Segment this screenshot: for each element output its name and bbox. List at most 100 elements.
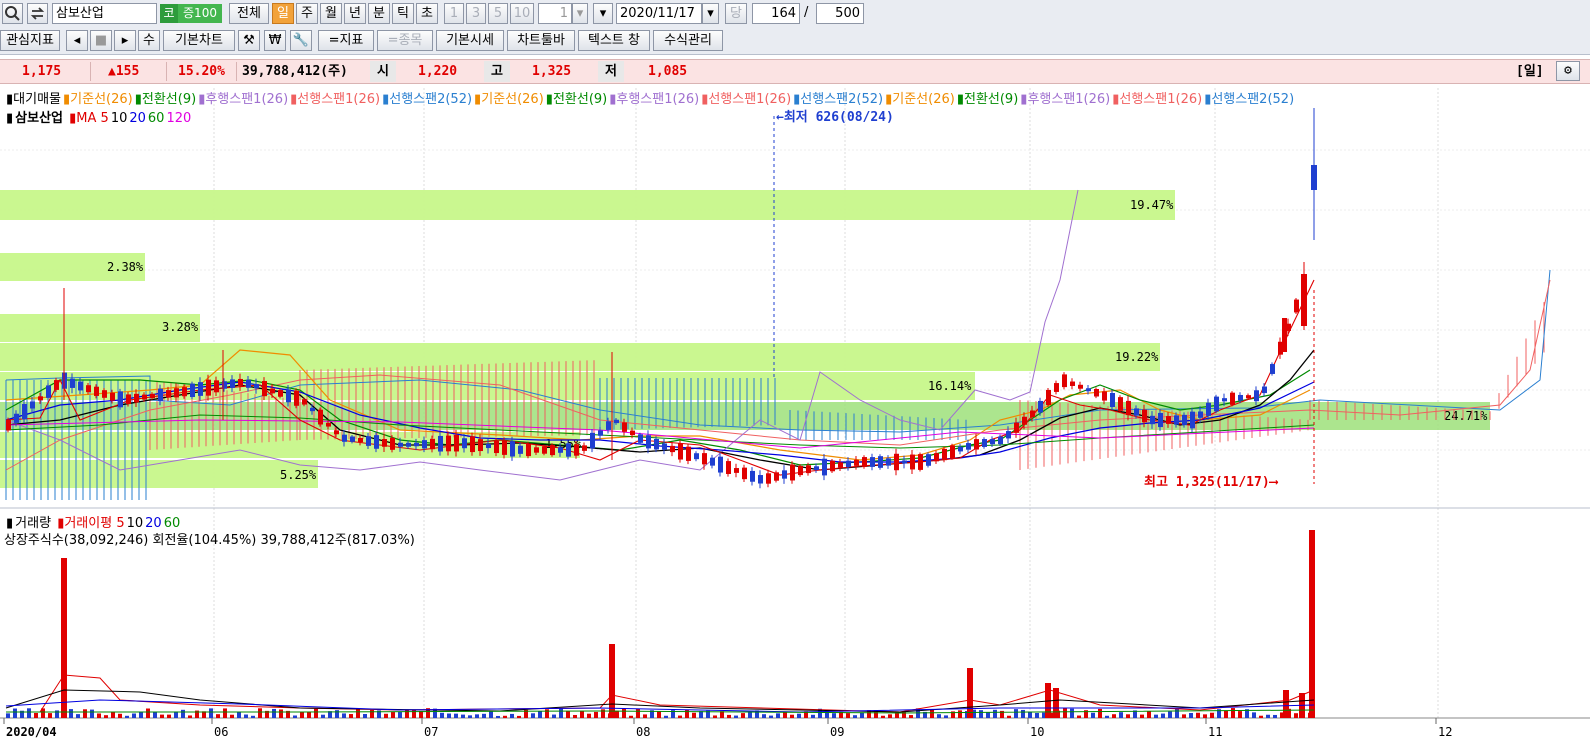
- volume-bar: [692, 712, 696, 718]
- stop-button[interactable]: ■: [90, 30, 112, 51]
- candle-body: [590, 432, 595, 449]
- legend-item: 기준선(26): [892, 92, 955, 107]
- candle-body: [406, 442, 411, 447]
- candle-body: [414, 442, 419, 447]
- candle-body: [1174, 415, 1179, 425]
- volume-bar: [118, 713, 122, 718]
- period-tab-day[interactable]: 일: [272, 3, 294, 24]
- refresh-button[interactable]: [27, 3, 48, 24]
- candle-body: [1102, 391, 1107, 401]
- indicator-button[interactable]: =지표: [318, 30, 374, 51]
- volume-bar: [1259, 715, 1263, 718]
- candle-body: [670, 445, 675, 453]
- candle-body: [534, 447, 539, 453]
- basic-chart-button[interactable]: 기본차트: [163, 30, 235, 51]
- settings-button[interactable]: ⚙: [1556, 61, 1580, 81]
- date-field[interactable]: 2020/11/17: [616, 3, 702, 24]
- legend-item: 선행스팬1(26): [1119, 92, 1203, 107]
- candle-body: [750, 470, 755, 482]
- interval-1-button[interactable]: 1: [444, 3, 464, 24]
- candle-body: [974, 439, 979, 450]
- legend-item: 기준선(26): [70, 92, 133, 107]
- volume-bar: [258, 708, 262, 718]
- candle-body: [566, 443, 571, 457]
- next-button[interactable]: ▸: [114, 30, 136, 51]
- watch-indicator-button[interactable]: 관심지표: [0, 30, 60, 51]
- candle-body: [78, 381, 83, 391]
- volume-bar: [216, 714, 220, 718]
- volume-bar: [587, 713, 591, 718]
- text-window-button[interactable]: 텍스트 창: [578, 30, 650, 51]
- volume-bar: [986, 712, 990, 718]
- interval-5-button[interactable]: 5: [488, 3, 508, 24]
- volume-bar: [307, 711, 311, 718]
- chart-toolbar-button[interactable]: 차트툴바: [507, 30, 575, 51]
- stock-name-field[interactable]: 삼보산업: [52, 3, 157, 24]
- legend-item: 선행스팬2(52): [1211, 92, 1295, 107]
- candle-body: [1246, 395, 1251, 399]
- per-button[interactable]: 당: [725, 3, 747, 24]
- wrench-button[interactable]: 🔧: [290, 30, 312, 51]
- basic-quote-button[interactable]: 기본시세: [436, 30, 504, 51]
- candle-body: [1254, 390, 1259, 402]
- total-input[interactable]: 500: [816, 3, 864, 24]
- candle-body: [854, 459, 859, 466]
- formula-management-button[interactable]: 수식관리: [653, 30, 723, 51]
- price-chart[interactable]: 19.47% 2.38% 3.28% 19.22% 16.14% 24.71% 5.25% 1…: [0, 84, 1590, 752]
- prev-button[interactable]: ◂: [66, 30, 88, 51]
- candle-body: [726, 461, 731, 474]
- candle-body: [1046, 389, 1051, 406]
- period-tab-month[interactable]: 월: [320, 3, 342, 24]
- date-picker-button[interactable]: ▾: [702, 3, 719, 24]
- legend-item: 대기매물: [13, 92, 61, 107]
- candle-body: [526, 443, 531, 457]
- period-tab-year[interactable]: 년: [344, 3, 366, 24]
- volume-bar: [993, 709, 997, 718]
- volume-bar: [230, 714, 234, 718]
- su-button[interactable]: 수: [138, 30, 160, 51]
- volume-bar: [97, 713, 101, 718]
- volume-bar: [503, 715, 507, 718]
- period-tab-minute[interactable]: 분: [368, 3, 390, 24]
- candle-body: [622, 422, 627, 432]
- volume-bar: [272, 708, 276, 718]
- item-button[interactable]: =종목: [377, 30, 433, 51]
- candle-body: [822, 458, 827, 476]
- candle-body: [502, 440, 507, 455]
- volume-bar: [1098, 708, 1102, 718]
- won-button[interactable]: ₩: [264, 30, 286, 51]
- count-input[interactable]: 164: [752, 3, 800, 24]
- volume-bar: [160, 714, 164, 718]
- tools-button[interactable]: ⚒: [238, 30, 260, 51]
- interval-3-button[interactable]: 3: [466, 3, 486, 24]
- period-tab-tick[interactable]: 틱: [392, 3, 414, 24]
- volume-bar: [678, 715, 682, 718]
- volume-bar-spike: [967, 668, 973, 718]
- volume-bar: [573, 714, 577, 718]
- caret-right-icon: ▸: [121, 33, 129, 48]
- volume-bar: [643, 714, 647, 718]
- candle-body: [382, 439, 387, 447]
- candle-body: [294, 390, 299, 406]
- candle-body: [718, 456, 723, 473]
- all-button[interactable]: 전체: [229, 3, 269, 24]
- candle-body: [758, 475, 763, 484]
- date-dropdown-button[interactable]: ▾: [593, 3, 613, 24]
- volume-bar: [1238, 711, 1242, 718]
- interval-input[interactable]: 1: [538, 3, 572, 24]
- period-tab-week[interactable]: 주: [296, 3, 318, 24]
- search-button[interactable]: [2, 3, 23, 24]
- interval-dropdown[interactable]: ▾: [572, 3, 588, 24]
- volume-bar: [6, 713, 10, 718]
- candle-body: [70, 378, 75, 388]
- legend-item: 전환선(9): [141, 92, 197, 107]
- volume-bar: [958, 710, 962, 718]
- volume-bar: [146, 708, 150, 718]
- period-tab-second[interactable]: 초: [416, 3, 438, 24]
- interval-10-button[interactable]: 10: [510, 3, 534, 24]
- chevron-down-icon: ▾: [576, 6, 584, 21]
- high-marker-label: 최고 1,325(11/17)⟶: [1144, 475, 1279, 490]
- candle-body: [1206, 402, 1211, 416]
- chevron-down-icon: ▾: [707, 6, 714, 21]
- volume-bar: [664, 715, 668, 718]
